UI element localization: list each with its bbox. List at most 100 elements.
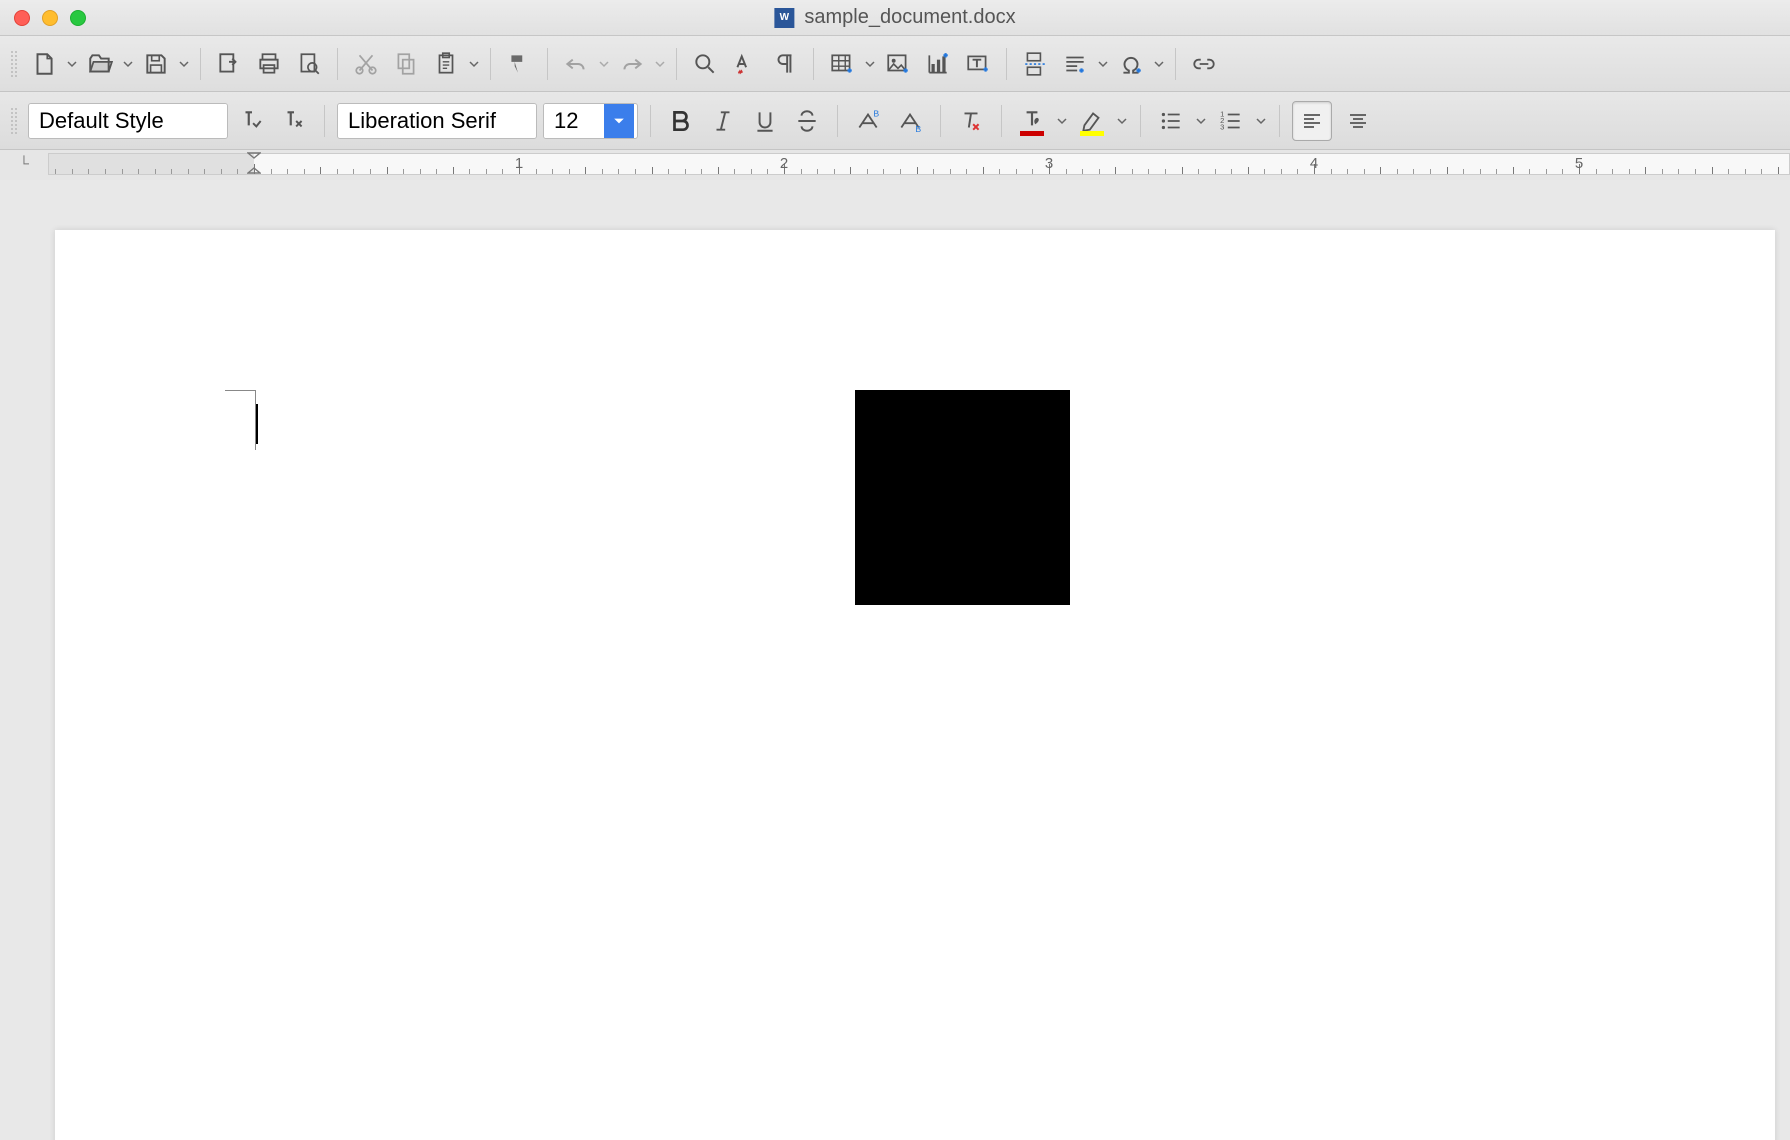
separator: [940, 105, 941, 137]
close-window-button[interactable]: [14, 10, 30, 26]
insert-special-char-button[interactable]: [1113, 46, 1149, 82]
ruler-corner-icon[interactable]: └: [0, 153, 48, 173]
highlight-button[interactable]: [1074, 103, 1110, 139]
font-size-dropdown[interactable]: [604, 104, 634, 138]
clear-formatting-button[interactable]: [953, 103, 989, 139]
ruler-number: 5: [1575, 155, 1583, 172]
bold-button[interactable]: [663, 103, 699, 139]
insert-hyperlink-button[interactable]: [1186, 46, 1222, 82]
font-name-input[interactable]: [338, 104, 537, 138]
separator: [324, 105, 325, 137]
insert-field-button[interactable]: [1057, 46, 1093, 82]
separator: [337, 48, 338, 80]
clone-formatting-button[interactable]: [501, 46, 537, 82]
titlebar: W sample_document.docx: [0, 0, 1790, 36]
print-button[interactable]: [251, 46, 287, 82]
undo-button[interactable]: [558, 46, 594, 82]
insert-image-button[interactable]: [880, 46, 916, 82]
ruler-number: 4: [1310, 155, 1318, 172]
font-color-indicator: [1020, 131, 1044, 136]
formatting-marks-button[interactable]: [767, 46, 803, 82]
document-view[interactable]: [0, 180, 1790, 1140]
font-name-combo[interactable]: [337, 103, 537, 139]
redo-button[interactable]: [614, 46, 650, 82]
separator: [837, 105, 838, 137]
numbered-list-button[interactable]: 123: [1213, 103, 1249, 139]
insert-field-dropdown[interactable]: [1097, 59, 1109, 69]
align-left-button[interactable]: [1292, 101, 1332, 141]
window-controls: [14, 10, 86, 26]
save-button[interactable]: [138, 46, 174, 82]
toolbar-grip[interactable]: [10, 107, 18, 135]
insert-chart-button[interactable]: [920, 46, 956, 82]
separator: [1279, 105, 1280, 137]
export-pdf-button[interactable]: [211, 46, 247, 82]
paragraph-style-input[interactable]: [29, 104, 228, 138]
separator: [1140, 105, 1141, 137]
redo-dropdown[interactable]: [654, 59, 666, 69]
spellcheck-button[interactable]: [727, 46, 763, 82]
separator: [813, 48, 814, 80]
insert-special-char-dropdown[interactable]: [1153, 59, 1165, 69]
font-size-combo[interactable]: [543, 103, 638, 139]
formatting-toolbar: B B 123: [0, 92, 1790, 150]
ruler-margin-shade: [49, 154, 254, 174]
insert-table-dropdown[interactable]: [864, 59, 876, 69]
word-doc-icon: W: [774, 8, 794, 28]
open-button[interactable]: [82, 46, 118, 82]
underline-button[interactable]: [747, 103, 783, 139]
copy-button[interactable]: [388, 46, 424, 82]
insert-page-break-button[interactable]: [1017, 46, 1053, 82]
separator: [650, 105, 651, 137]
ruler-row: └ 1 2 3 4 5: [0, 150, 1790, 180]
cut-button[interactable]: [348, 46, 384, 82]
svg-text:3: 3: [1220, 122, 1224, 131]
minimize-window-button[interactable]: [42, 10, 58, 26]
bullet-list-button[interactable]: [1153, 103, 1189, 139]
bullet-list-dropdown[interactable]: [1195, 116, 1207, 126]
new-document-dropdown[interactable]: [66, 59, 78, 69]
font-color-button[interactable]: [1014, 103, 1050, 139]
undo-dropdown[interactable]: [598, 59, 610, 69]
separator: [547, 48, 548, 80]
highlight-dropdown[interactable]: [1116, 116, 1128, 126]
zoom-window-button[interactable]: [70, 10, 86, 26]
new-style-button[interactable]: [276, 103, 312, 139]
standard-toolbar: [0, 36, 1790, 92]
toolbar-grip[interactable]: [10, 50, 18, 78]
update-style-button[interactable]: [234, 103, 270, 139]
subscript-button[interactable]: B: [892, 103, 928, 139]
ruler-number: 3: [1045, 155, 1053, 172]
numbered-list-dropdown[interactable]: [1255, 116, 1267, 126]
insert-table-button[interactable]: [824, 46, 860, 82]
ruler-number: 1: [515, 155, 523, 172]
separator: [676, 48, 677, 80]
svg-text:B: B: [873, 108, 879, 118]
strikethrough-button[interactable]: [789, 103, 825, 139]
text-cursor: [256, 404, 258, 444]
print-preview-button[interactable]: [291, 46, 327, 82]
insert-textbox-button[interactable]: [960, 46, 996, 82]
ruler-number: 2: [780, 155, 788, 172]
svg-text:B: B: [915, 123, 921, 133]
open-dropdown[interactable]: [122, 59, 134, 69]
font-color-dropdown[interactable]: [1056, 116, 1068, 126]
highlight-color-indicator: [1080, 131, 1104, 136]
save-dropdown[interactable]: [178, 59, 190, 69]
find-replace-button[interactable]: [687, 46, 723, 82]
paste-dropdown[interactable]: [468, 59, 480, 69]
horizontal-ruler[interactable]: 1 2 3 4 5: [48, 153, 1790, 175]
page[interactable]: [55, 230, 1775, 1140]
separator: [200, 48, 201, 80]
inserted-black-rectangle[interactable]: [855, 390, 1070, 605]
font-size-input[interactable]: [544, 104, 604, 138]
new-document-button[interactable]: [26, 46, 62, 82]
superscript-button[interactable]: B: [850, 103, 886, 139]
separator: [1006, 48, 1007, 80]
italic-button[interactable]: [705, 103, 741, 139]
paragraph-style-combo[interactable]: [28, 103, 228, 139]
paste-button[interactable]: [428, 46, 464, 82]
align-center-button[interactable]: [1338, 101, 1378, 141]
separator: [490, 48, 491, 80]
window-title: W sample_document.docx: [774, 6, 1015, 29]
